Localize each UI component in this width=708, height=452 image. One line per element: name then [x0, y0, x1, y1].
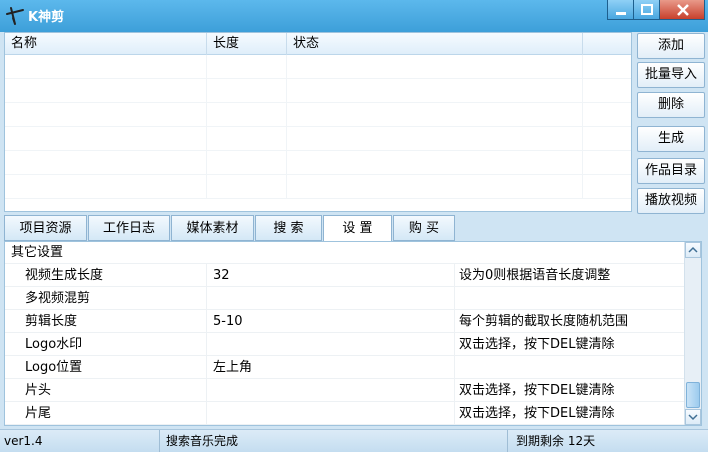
setting-note	[455, 356, 685, 378]
setting-label: 片尾	[5, 402, 207, 424]
add-button[interactable]: 添加	[637, 33, 705, 59]
list-item[interactable]	[5, 175, 631, 199]
settings-grid: 其它设置 视频生成长度 32 设为0则根据语音长度调整 多视频混剪 剪辑长度 5…	[5, 242, 685, 425]
title-bar: K神剪	[0, 0, 708, 32]
maximize-icon	[641, 4, 653, 15]
tab-work-log[interactable]: 工作日志	[88, 215, 170, 241]
setting-label: Logo水印	[5, 333, 207, 355]
close-icon	[677, 4, 689, 16]
setting-note: 双击选择，按下DEL键清除	[459, 383, 615, 398]
setting-value[interactable]: 32	[207, 264, 455, 286]
setting-note: 每个剪辑的截取长度随机范围	[459, 314, 629, 329]
delete-button[interactable]: 删除	[637, 92, 705, 118]
settings-panel: 其它设置 视频生成长度 32 设为0则根据语音长度调整 多视频混剪 剪辑长度 5…	[4, 241, 702, 426]
status-message: 搜索音乐完成	[162, 430, 508, 452]
minimize-button[interactable]	[607, 0, 633, 20]
tab-bar: 项目资源 工作日志 媒体素材 搜 索 设 置 购 买	[4, 215, 704, 242]
app-logo-icon	[6, 7, 24, 25]
setting-value[interactable]: 5-10	[207, 310, 455, 332]
tab-settings[interactable]: 设 置	[323, 215, 392, 242]
tab-search[interactable]: 搜 索	[255, 215, 322, 241]
settings-row-intro[interactable]: 片头 双击选择，按下DEL键清除	[5, 379, 685, 402]
column-header-filler	[583, 33, 631, 55]
scroll-up-button[interactable]	[685, 242, 701, 258]
chevron-up-icon	[688, 246, 698, 253]
version-label: ver1.4	[0, 430, 160, 452]
list-item[interactable]	[5, 55, 631, 79]
scroll-down-button[interactable]	[685, 409, 701, 425]
list-item[interactable]	[5, 103, 631, 127]
setting-label: 视频生成长度	[5, 264, 207, 286]
batch-import-button[interactable]: 批量导入	[637, 62, 705, 88]
tab-buy[interactable]: 购 买	[393, 215, 455, 241]
settings-row-logo-position[interactable]: Logo位置 左上角	[5, 356, 685, 379]
column-header-name[interactable]: 名称	[5, 33, 207, 55]
setting-value[interactable]: 左上角	[207, 356, 455, 378]
setting-note: 设为0则根据语音长度调整	[459, 268, 611, 283]
tab-project-resources[interactable]: 项目资源	[4, 215, 87, 241]
list-item[interactable]	[5, 79, 631, 103]
file-list[interactable]: 名称 长度 状态	[4, 32, 632, 212]
setting-value[interactable]	[207, 333, 455, 355]
setting-label: 剪辑长度	[5, 310, 207, 332]
window-title: K神剪	[28, 10, 65, 25]
expiry-label: 到期剩余 12天	[516, 434, 596, 448]
settings-row-logo-watermark[interactable]: Logo水印 双击选择，按下DEL键清除	[5, 333, 685, 356]
column-header-status[interactable]: 状态	[287, 33, 583, 55]
settings-scrollbar[interactable]	[684, 242, 701, 425]
close-button[interactable]	[659, 0, 705, 20]
setting-label: 片头	[5, 379, 207, 401]
settings-row-video-length[interactable]: 视频生成长度 32 设为0则根据语音长度调整	[5, 264, 685, 287]
list-header: 名称 长度 状态	[5, 33, 631, 55]
setting-note	[455, 287, 685, 309]
generate-button[interactable]: 生成	[637, 126, 705, 152]
settings-row-clip-length[interactable]: 剪辑长度 5-10 每个剪辑的截取长度随机范围	[5, 310, 685, 333]
play-video-button[interactable]: 播放视频	[637, 188, 705, 214]
minimize-icon	[616, 12, 626, 15]
setting-label: Logo位置	[5, 356, 207, 378]
list-rows	[5, 55, 631, 199]
setting-value[interactable]	[207, 402, 455, 424]
list-item[interactable]	[5, 127, 631, 151]
list-item[interactable]	[5, 151, 631, 175]
setting-note: 双击选择，按下DEL键清除	[459, 406, 615, 421]
maximize-button[interactable]	[633, 0, 659, 20]
status-bar: ver1.4 搜索音乐完成 到期剩余 12天	[0, 429, 708, 452]
setting-label: 多视频混剪	[5, 287, 207, 309]
column-header-length[interactable]: 长度	[207, 33, 287, 55]
setting-value[interactable]	[207, 287, 455, 309]
chevron-down-icon	[688, 414, 698, 421]
settings-section-title: 其它设置	[5, 242, 685, 264]
scroll-thumb[interactable]	[686, 382, 700, 408]
settings-row-outro[interactable]: 片尾 双击选择，按下DEL键清除	[5, 402, 685, 425]
works-directory-button[interactable]: 作品目录	[637, 158, 705, 184]
setting-note: 双击选择，按下DEL键清除	[459, 337, 615, 352]
settings-row-multi-video-mix[interactable]: 多视频混剪	[5, 287, 685, 310]
setting-value[interactable]	[207, 379, 455, 401]
tab-media[interactable]: 媒体素材	[171, 215, 254, 241]
